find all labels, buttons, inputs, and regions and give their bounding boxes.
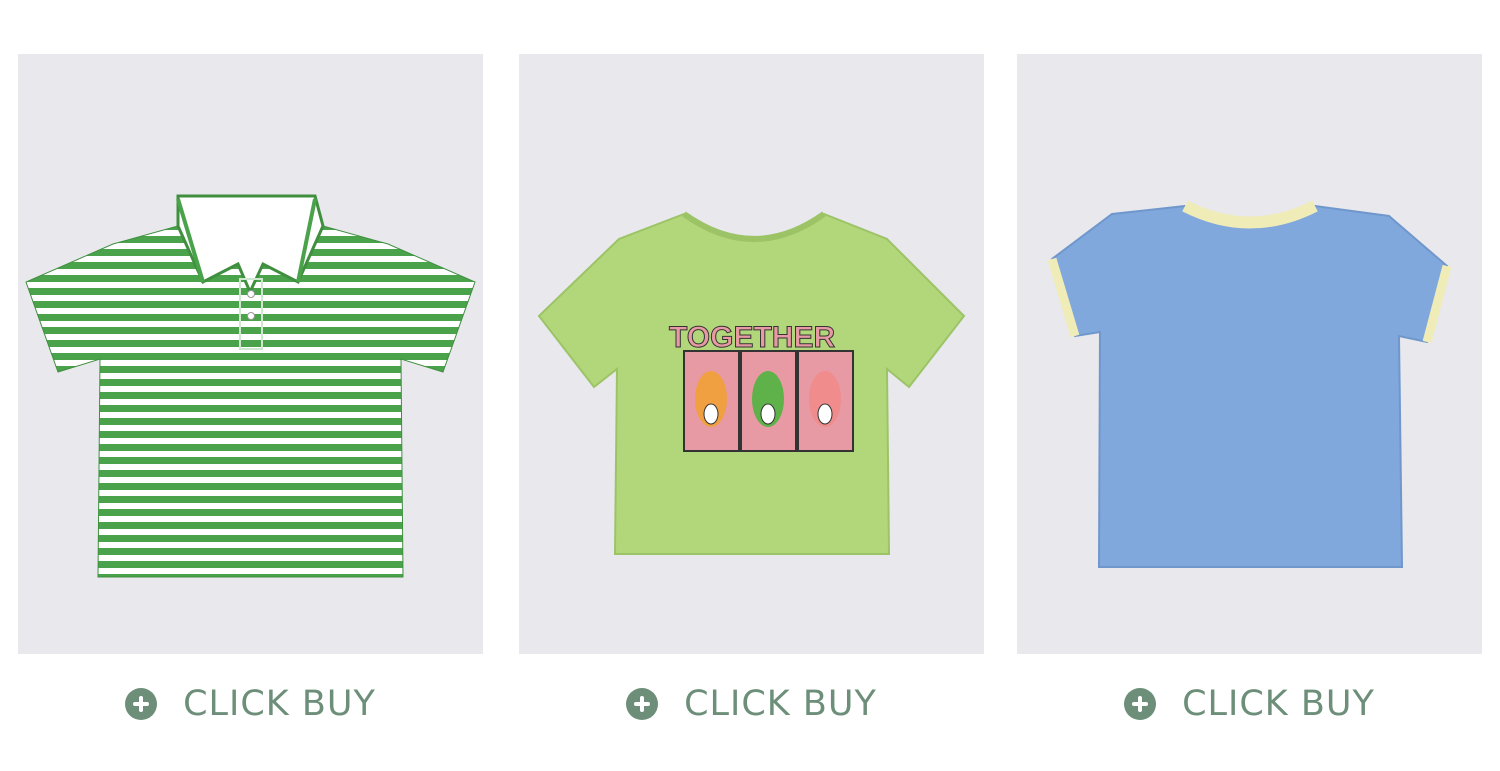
together-print-text: TOGETHER bbox=[669, 321, 835, 354]
product-card: CLICK BUY bbox=[1017, 54, 1482, 724]
blue-ringer-tshirt-illustration bbox=[1047, 200, 1452, 568]
click-buy-button[interactable]: CLICK BUY bbox=[519, 682, 984, 726]
striped-polo-shirt-illustration bbox=[25, 194, 476, 578]
product-image-green-tee[interactable]: TOGETHER bbox=[519, 54, 984, 654]
green-tshirt-illustration: TOGETHER bbox=[537, 211, 966, 555]
product-image-striped-polo[interactable] bbox=[18, 54, 483, 654]
click-buy-label: CLICK BUY bbox=[684, 684, 877, 724]
plus-circle-icon bbox=[125, 688, 158, 720]
plus-circle-icon bbox=[1124, 688, 1157, 720]
plus-circle-icon bbox=[626, 688, 659, 720]
click-buy-label: CLICK BUY bbox=[183, 684, 376, 724]
click-buy-button[interactable]: CLICK BUY bbox=[1017, 682, 1482, 726]
product-image-blue-tee[interactable] bbox=[1017, 54, 1482, 654]
product-grid: CLICK BUY TOGETHER CLICK BUY CLICK BUY bbox=[0, 0, 1500, 771]
together-graphic: TOGETHER bbox=[669, 321, 854, 452]
click-buy-button[interactable]: CLICK BUY bbox=[18, 682, 483, 726]
product-card: TOGETHER CLICK BUY bbox=[519, 54, 984, 724]
click-buy-label: CLICK BUY bbox=[1182, 684, 1375, 724]
product-card: CLICK BUY bbox=[18, 54, 483, 724]
